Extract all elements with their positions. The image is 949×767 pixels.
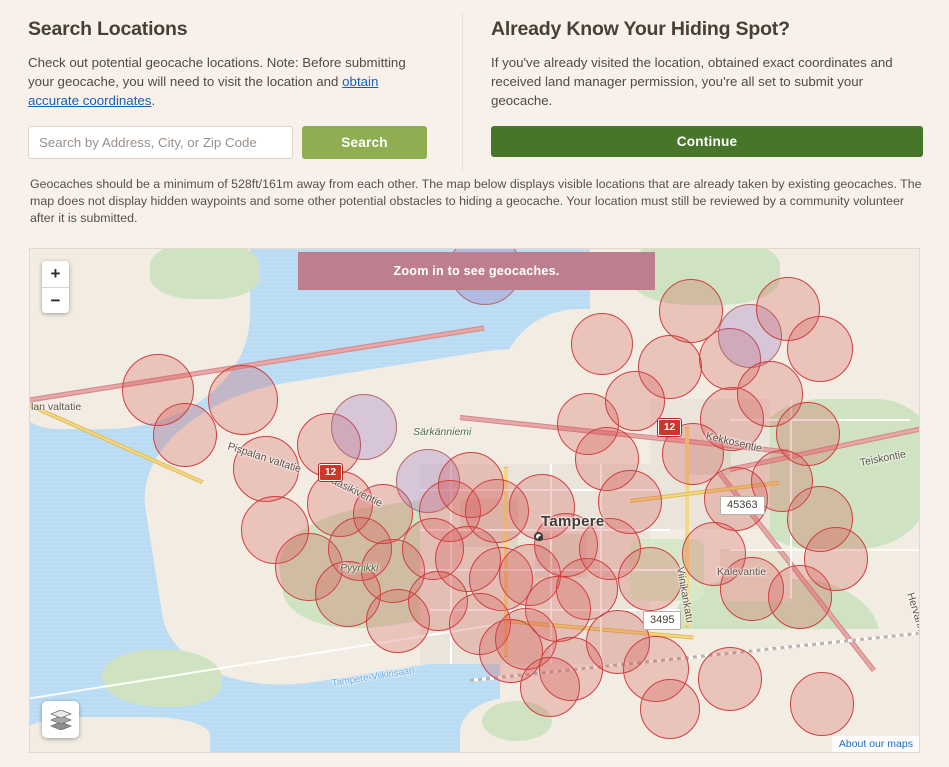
zoom-in-banner: Zoom in to see geocaches.: [298, 252, 655, 290]
geocache-circle: [787, 316, 853, 382]
map-note-text: Geocaches should be a minimum of 528ft/1…: [30, 177, 922, 226]
search-panel-description: Check out potential geocache locations. …: [28, 53, 420, 110]
hiding-spot-description: If you've already visited the location, …: [491, 55, 893, 108]
hiding-spot-panel: Already Know Your Hiding Spot? If you've…: [462, 14, 949, 170]
geocache-circle: [605, 371, 665, 431]
map-zoom-control[interactable]: + −: [42, 261, 69, 313]
search-input[interactable]: [28, 126, 293, 159]
geocache-circle: [153, 403, 217, 467]
map-canvas[interactable]: lan valtatie Pispalan valtatie Paasikivent…: [30, 249, 919, 752]
map-layers-button[interactable]: [42, 701, 79, 738]
map-attribution-link[interactable]: About our maps: [831, 736, 919, 752]
highway-shield: 3495: [643, 611, 682, 630]
geocache-circle: [790, 672, 854, 736]
geocache-circle: [571, 313, 633, 375]
search-locations-panel: Search Locations Check out potential geo…: [0, 14, 462, 170]
highway-shield: 45363: [720, 496, 765, 515]
highway-shield: 12: [319, 464, 343, 481]
geocache-circle: [331, 394, 397, 460]
geocache-map[interactable]: lan valtatie Pispalan valtatie Paasikivent…: [29, 248, 920, 753]
city-marker-tampere: [534, 532, 543, 541]
search-button[interactable]: Search: [302, 126, 427, 159]
layers-icon: [49, 709, 72, 730]
geocache-circle: [208, 365, 278, 435]
geocache-circle: [804, 527, 868, 591]
search-row: Search: [28, 126, 434, 159]
geocache-circle: [640, 679, 700, 739]
top-panels: Search Locations Check out potential geo…: [0, 0, 949, 170]
zoom-out-button[interactable]: −: [42, 287, 69, 313]
geocache-circle: [520, 657, 580, 717]
geocache-circle: [233, 436, 299, 502]
map-green-nw: [150, 249, 260, 299]
zoom-in-button[interactable]: +: [42, 261, 69, 287]
geocache-circle: [698, 647, 762, 711]
search-description-text-2: .: [151, 93, 156, 108]
highway-shield: 12: [658, 419, 682, 436]
continue-button[interactable]: Continue: [491, 126, 923, 157]
geocache-circle: [618, 547, 682, 611]
search-panel-heading: Search Locations: [28, 18, 188, 40]
hiding-spot-heading: Already Know Your Hiding Spot?: [491, 18, 790, 40]
